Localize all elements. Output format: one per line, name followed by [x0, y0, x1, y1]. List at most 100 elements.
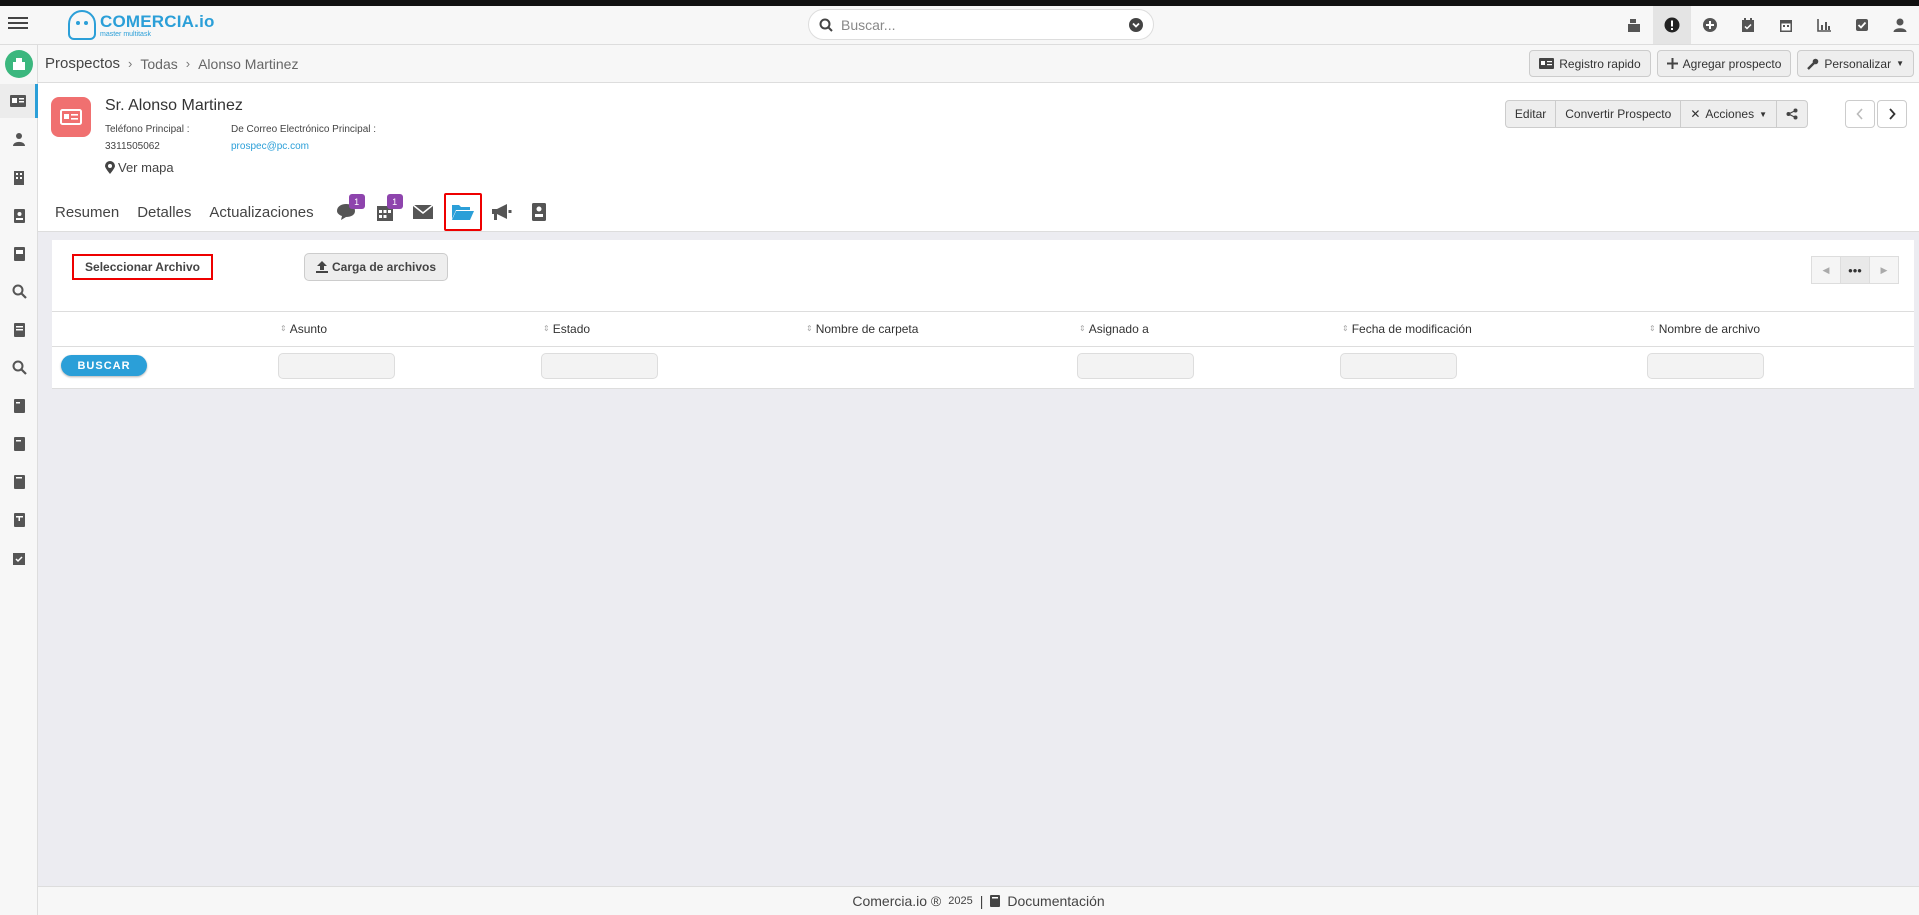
- previous-record-button[interactable]: [1845, 100, 1875, 128]
- invoice-icon: [13, 398, 25, 413]
- next-record-button[interactable]: [1877, 100, 1907, 128]
- sort-icon: ⇕: [543, 324, 550, 333]
- column-folder-name[interactable]: ⇕ Nombre de carpeta: [806, 322, 918, 336]
- tab-updates[interactable]: Actualizaciones: [209, 204, 313, 221]
- sort-icon: ⇕: [1079, 324, 1086, 333]
- sidebar-item-contact-card[interactable]: [0, 198, 38, 232]
- sidebar-item-notebook[interactable]: [0, 236, 38, 270]
- view-map-link[interactable]: Ver mapa: [105, 160, 174, 175]
- search-button[interactable]: BUSCAR: [61, 355, 147, 376]
- record-tabs: Resumen Detalles Actualizaciones 1 1: [38, 193, 558, 231]
- assigned-filter-input[interactable]: [1077, 353, 1194, 379]
- add-prospect-button[interactable]: Agregar prospecto: [1656, 50, 1792, 77]
- share-icon: [1786, 108, 1798, 120]
- sidebar-item-orders[interactable]: [0, 426, 38, 460]
- breadcrumb-bar: Prospectos › Todas › Alonso Martinez Reg…: [38, 45, 1919, 83]
- file-name-filter-input[interactable]: [1647, 353, 1764, 379]
- convert-prospect-button[interactable]: Convertir Prospecto: [1555, 100, 1682, 128]
- breadcrumb-all[interactable]: Todas: [140, 56, 177, 72]
- sidebar-item-tickets[interactable]: [0, 502, 38, 536]
- sidebar-item-contacts[interactable]: [0, 122, 38, 156]
- select-file-button[interactable]: Seleccionar Archivo: [72, 254, 213, 280]
- notebook-icon: [13, 246, 25, 261]
- subject-filter-input[interactable]: [278, 353, 395, 379]
- tab-comments[interactable]: 1: [328, 193, 366, 231]
- status-filter-input[interactable]: [541, 353, 658, 379]
- tab-summary[interactable]: Resumen: [55, 204, 119, 221]
- table-next-page-button[interactable]: ▶: [1869, 256, 1899, 284]
- tab-documents[interactable]: [443, 193, 482, 231]
- upload-files-button[interactable]: Carga de archivos: [304, 253, 449, 281]
- tab-events[interactable]: 1: [366, 193, 404, 231]
- envelope-icon: [412, 204, 434, 219]
- documents-table-header: ⇕ Asunto ⇕ Estado ⇕ Nombre de carpeta ⇕ Asig…: [52, 311, 1914, 347]
- alert-icon[interactable]: [1653, 6, 1691, 44]
- tab-details[interactable]: Detalles: [137, 204, 191, 221]
- menu-icon[interactable]: [8, 14, 28, 34]
- table-previous-page-button[interactable]: ◀: [1811, 256, 1841, 284]
- sidebar-item-credit-notes[interactable]: [0, 464, 38, 498]
- wrench-icon: [1807, 58, 1819, 70]
- chevron-down-circle-icon[interactable]: [1129, 17, 1143, 32]
- contact-card-icon: [13, 208, 25, 223]
- user-icon[interactable]: [1881, 6, 1919, 44]
- sidebar-item-search-advanced[interactable]: [0, 350, 38, 384]
- checkbox-icon[interactable]: [1843, 6, 1881, 44]
- column-subject[interactable]: ⇕ Asunto: [280, 322, 327, 336]
- actions-dropdown[interactable]: ✕ Acciones ▼: [1680, 100, 1777, 128]
- cash-register-icon[interactable]: [1615, 6, 1653, 44]
- sidebar-item-invoices[interactable]: [0, 388, 38, 422]
- person-icon: [13, 133, 25, 146]
- tab-contacts-book[interactable]: [520, 193, 558, 231]
- modified-date-filter-input[interactable]: [1340, 353, 1457, 379]
- breadcrumb-prospects[interactable]: Prospectos: [45, 55, 120, 72]
- add-circle-icon[interactable]: [1691, 6, 1729, 44]
- home-icon[interactable]: [5, 50, 33, 78]
- calendar-check-icon[interactable]: [1729, 6, 1767, 44]
- documents-panel: Seleccionar Archivo Carga de archivos ◀ …: [52, 240, 1914, 389]
- megaphone-icon: [491, 204, 512, 220]
- tab-emails[interactable]: [404, 193, 442, 231]
- documentation-link[interactable]: Documentación: [1007, 893, 1104, 909]
- calendar-check-icon: [13, 552, 25, 565]
- events-count-badge: 1: [386, 194, 403, 209]
- sidebar-item-companies[interactable]: [0, 160, 38, 194]
- magnifier-icon: [12, 284, 27, 299]
- table-more-options-button[interactable]: •••: [1840, 256, 1870, 284]
- calendar-icon[interactable]: [1767, 6, 1805, 44]
- share-button[interactable]: [1776, 100, 1808, 128]
- edit-button[interactable]: Editar: [1504, 100, 1557, 128]
- email-link[interactable]: prospec@pc.com: [231, 141, 309, 152]
- ticket-icon: [13, 512, 25, 527]
- sidebar-item-search[interactable]: [0, 274, 38, 308]
- breadcrumb: Prospectos › Todas › Alonso Martinez: [45, 55, 298, 72]
- chevron-right-icon: ▶: [1880, 264, 1888, 275]
- top-navbar: COMERCIA.io master multitask: [0, 6, 1919, 45]
- column-modified-date[interactable]: ⇕ Fecha de modificación: [1342, 322, 1472, 336]
- footer-brand: Comercia.io ®: [852, 893, 942, 909]
- chevron-right-icon: ›: [128, 56, 133, 71]
- tab-campaigns[interactable]: [482, 193, 520, 231]
- email-label: De Correo Electrónico Principal :: [231, 124, 377, 135]
- chart-icon[interactable]: [1805, 6, 1843, 44]
- brand-tagline: master multitask: [100, 30, 151, 38]
- column-assigned-to[interactable]: ⇕ Asignado a: [1079, 322, 1149, 336]
- search-input[interactable]: [841, 16, 1129, 33]
- quick-register-button[interactable]: Registro rapido: [1529, 50, 1651, 77]
- brand-name: COMERCIA.io: [100, 11, 215, 31]
- sidebar-item-quotes[interactable]: [0, 312, 38, 346]
- left-sidebar: [0, 45, 38, 915]
- footer-separator: |: [979, 893, 984, 909]
- upload-icon: [316, 261, 328, 273]
- column-file-name[interactable]: ⇕ Nombre de archivo: [1649, 322, 1760, 336]
- sidebar-item-tasks[interactable]: [0, 540, 38, 574]
- brand-logo[interactable]: COMERCIA.io master multitask: [68, 8, 215, 42]
- caret-down-icon: ▼: [1759, 109, 1767, 119]
- column-status[interactable]: ⇕ Estado: [543, 322, 590, 336]
- customize-button[interactable]: Personalizar ▼: [1797, 50, 1914, 77]
- sidebar-item-prospects[interactable]: [0, 84, 38, 118]
- global-search[interactable]: [808, 9, 1154, 40]
- page-footer: Comercia.io ® 2025 | Documentación: [38, 886, 1919, 915]
- chevron-right-icon: [1889, 108, 1896, 120]
- breadcrumb-current: Alonso Martinez: [198, 55, 299, 72]
